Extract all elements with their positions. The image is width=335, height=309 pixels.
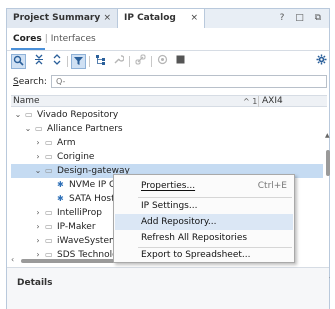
subtab-interfaces[interactable]: Interfaces [51, 34, 96, 44]
folder-icon: ▭ [45, 166, 53, 175]
menu-item-properties[interactable]: Properties... Ctrl+E [115, 178, 293, 194]
chevron-right-icon[interactable]: › [33, 150, 43, 164]
tree-row[interactable]: › ▭ Arm [11, 136, 323, 150]
vertical-scrollbar[interactable]: ▲ ▼ [325, 108, 331, 283]
toolbar-separator [151, 56, 152, 67]
tab-ip-catalog[interactable]: IP Catalog × [117, 9, 205, 30]
folder-icon: ▭ [45, 152, 53, 161]
table-header: Name ^ 1 AXI4 [11, 95, 327, 107]
tree-row[interactable]: ⌄ ▭ Vivado Repository [11, 108, 323, 122]
menu-item-label: IP Settings... [141, 201, 198, 211]
tree-row[interactable]: ⌄ ▭ Alliance Partners [11, 122, 323, 136]
search-input[interactable] [51, 75, 327, 88]
chevron-right-icon[interactable]: › [33, 220, 43, 234]
gear-icon[interactable] [316, 54, 327, 68]
ip-core-icon: ✱ [57, 194, 64, 203]
tree-label: IntelliProp [57, 208, 102, 218]
tab-bar: Project Summary × IP Catalog × ? □ ⧉ [6, 8, 330, 30]
search-label: Search: [13, 77, 47, 87]
chevron-right-icon[interactable]: › [33, 234, 43, 248]
folder-icon: ▭ [45, 236, 53, 245]
tab-project-summary-label: Project Summary [13, 13, 101, 23]
collapse-all-icon[interactable] [31, 54, 46, 69]
column-header-axi4[interactable]: AXI4 [262, 96, 283, 107]
chevron-right-icon[interactable]: › [33, 136, 43, 150]
divider [7, 50, 329, 51]
folder-icon: ▭ [45, 138, 53, 147]
chevron-down-icon[interactable]: ⌄ [13, 108, 23, 122]
chevron-down-icon[interactable]: ⌄ [23, 122, 33, 136]
menu-item-shortcut: Ctrl+E [257, 181, 287, 191]
toolbar-separator [129, 56, 130, 67]
context-menu: Properties... Ctrl+E IP Settings... Add … [113, 174, 295, 263]
menu-item-ip-settings[interactable]: IP Settings... [115, 198, 293, 214]
tree-label: Alliance Partners [47, 124, 123, 134]
menu-item-label: Refresh All Repositories [141, 233, 248, 243]
subtab-cores[interactable]: Cores [13, 34, 42, 44]
link-icon[interactable] [133, 54, 148, 69]
ip-catalog-panel: Cores | Interfaces Search: Q- Name ^ 1 A… [6, 28, 330, 309]
tree-label: Vivado Repository [37, 110, 119, 120]
toolbar [11, 54, 329, 70]
menu-item-export-to-spreadsheet[interactable]: Export to Spreadsheet... [115, 247, 293, 263]
vertical-scroll-thumb[interactable] [326, 150, 330, 176]
tree-row[interactable]: › ▭ Corigine [11, 150, 323, 164]
close-icon[interactable]: × [103, 9, 111, 28]
folder-icon: ▭ [25, 110, 33, 119]
menu-item-label: Add Repository... [141, 217, 217, 227]
folder-icon: ▭ [45, 222, 53, 231]
scroll-left-icon[interactable]: ‹ [11, 255, 14, 264]
menu-item-label: Properties... [141, 181, 196, 191]
menu-item-label: Export to Spreadsheet... [141, 250, 251, 260]
wrench-icon[interactable] [111, 54, 126, 69]
search-icon[interactable] [11, 54, 26, 69]
filter-icon[interactable] [71, 54, 86, 69]
column-header-name[interactable]: Name [13, 96, 40, 107]
close-icon[interactable]: × [190, 9, 198, 28]
expand-all-icon[interactable] [49, 54, 64, 69]
details-title: Details [17, 278, 53, 288]
tree-label: SATA Host [69, 194, 115, 204]
chevron-right-icon[interactable]: › [33, 206, 43, 220]
folder-icon: ▭ [45, 208, 53, 217]
stop-icon[interactable] [173, 54, 188, 69]
chevron-down-icon[interactable]: ⌄ [33, 164, 43, 178]
toolbar-separator [67, 56, 68, 67]
folder-icon: ▭ [35, 124, 43, 133]
circle-icon[interactable] [155, 54, 170, 69]
menu-item-add-repository[interactable]: Add Repository... [115, 214, 293, 230]
horizontal-scroll-thumb[interactable] [21, 259, 116, 263]
subtab-bar: Cores | Interfaces [13, 34, 96, 48]
window-controls[interactable]: ? □ ⧉ [280, 9, 325, 29]
tab-project-summary[interactable]: Project Summary × [7, 9, 117, 29]
tree-label: IP-Maker [57, 222, 96, 232]
tab-ip-catalog-label: IP Catalog [124, 13, 176, 23]
ip-core-icon: ✱ [57, 180, 64, 189]
column-divider[interactable] [258, 96, 259, 107]
sort-indicator: ^ 1 [243, 97, 258, 106]
tree-label: Arm [57, 138, 76, 148]
subtab-separator: | [44, 34, 48, 44]
tree-label: Corigine [57, 152, 95, 162]
toolbar-separator [89, 56, 90, 67]
details-pane: Details [7, 268, 329, 309]
menu-item-refresh-all-repositories[interactable]: Refresh All Repositories [115, 230, 293, 246]
scroll-up-icon[interactable]: ▲ [325, 132, 330, 139]
hierarchy-icon[interactable] [93, 54, 108, 69]
